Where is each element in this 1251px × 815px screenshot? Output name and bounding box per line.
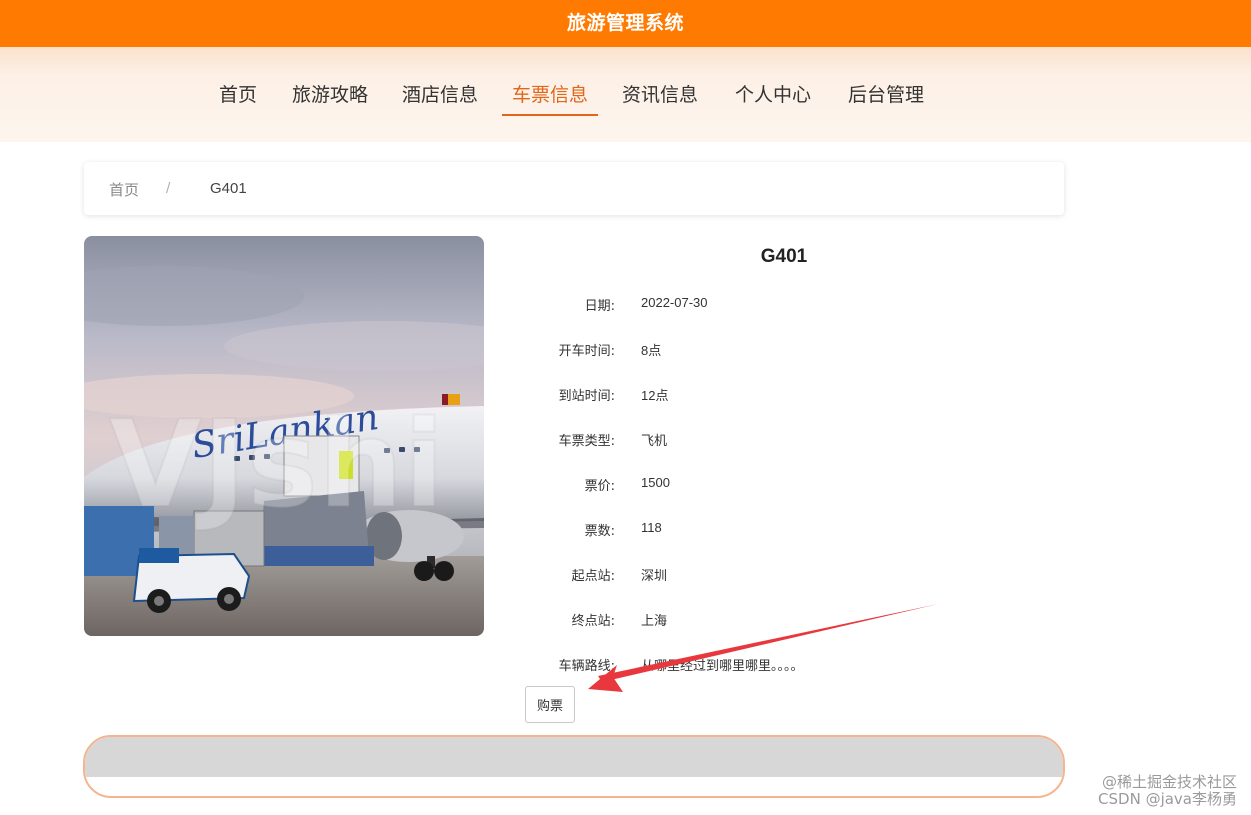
field-label: 车辆路线: xyxy=(558,659,615,674)
nav-item-ticket-info[interactable]: 车票信息 xyxy=(501,76,599,116)
field-value: 深圳 xyxy=(641,568,668,583)
breadcrumb-separator: / xyxy=(166,181,171,196)
field-label: 开车时间: xyxy=(558,344,615,359)
nav-item-admin[interactable]: 后台管理 xyxy=(848,76,924,114)
breadcrumb: 首页 / G401 xyxy=(84,162,1064,215)
field-label: 起点站: xyxy=(571,569,615,584)
breadcrumb-current: G401 xyxy=(210,180,247,197)
app-title: 旅游管理系统 xyxy=(566,12,684,34)
comment-panel xyxy=(83,735,1065,798)
nav-item-news-info[interactable]: 资讯信息 xyxy=(622,76,698,114)
photo-watermark-text: VJshi xyxy=(109,396,445,535)
field-value: 12点 xyxy=(641,388,669,403)
comment-panel-header xyxy=(85,737,1063,777)
field-row-route: 车辆路线: 从哪里经过到哪里哪里。。。。 xyxy=(500,655,1251,675)
ticket-title: G401 xyxy=(760,246,808,267)
field-row-date: 日期: 2022-07-30 xyxy=(500,295,1251,315)
nav-item-home[interactable]: 首页 xyxy=(219,76,257,114)
field-value: 飞机 xyxy=(641,433,668,448)
field-row-origin-station: 起点站: 深圳 xyxy=(500,565,1251,585)
field-value: 1500 xyxy=(641,475,670,490)
nav-item-hotel-info[interactable]: 酒店信息 xyxy=(402,76,478,114)
field-row-price: 票价: 1500 xyxy=(500,475,1251,495)
field-row-arrival-time: 到站时间: 12点 xyxy=(500,385,1251,405)
field-value: 8点 xyxy=(641,343,662,358)
field-label: 日期: xyxy=(584,299,615,314)
field-label: 票价: xyxy=(584,479,615,494)
field-label: 终点站: xyxy=(571,614,615,629)
app-header: 旅游管理系统 xyxy=(0,0,1251,47)
breadcrumb-home-link[interactable]: 首页 xyxy=(109,179,139,200)
field-value: 从哪里经过到哪里哪里。。。。 xyxy=(641,658,804,673)
field-row-departure-time: 开车时间: 8点 xyxy=(500,340,1251,360)
field-row-destination-station: 终点站: 上海 xyxy=(500,610,1251,630)
field-value: 上海 xyxy=(641,613,668,628)
nav-item-personal-center[interactable]: 个人中心 xyxy=(735,76,811,114)
nav-band: 首页 旅游攻略 酒店信息 车票信息 资讯信息 个人中心 后台管理 xyxy=(0,47,1251,142)
ticket-photo: SriLankan VJshi xyxy=(84,236,484,636)
field-label: 到站时间: xyxy=(558,389,615,404)
field-row-ticket-count: 票数: 118 xyxy=(500,520,1251,540)
buy-ticket-button[interactable]: 购票 xyxy=(525,686,575,723)
field-value: 118 xyxy=(641,520,662,535)
field-label: 票数: xyxy=(584,524,615,539)
nav-item-travel-guide[interactable]: 旅游攻略 xyxy=(292,76,368,114)
field-row-ticket-type: 车票类型: 飞机 xyxy=(500,430,1251,450)
field-value: 2022-07-30 xyxy=(641,295,708,310)
field-label: 车票类型: xyxy=(558,434,615,449)
csdn-watermark: CSDN @java李杨勇 xyxy=(1098,790,1237,808)
